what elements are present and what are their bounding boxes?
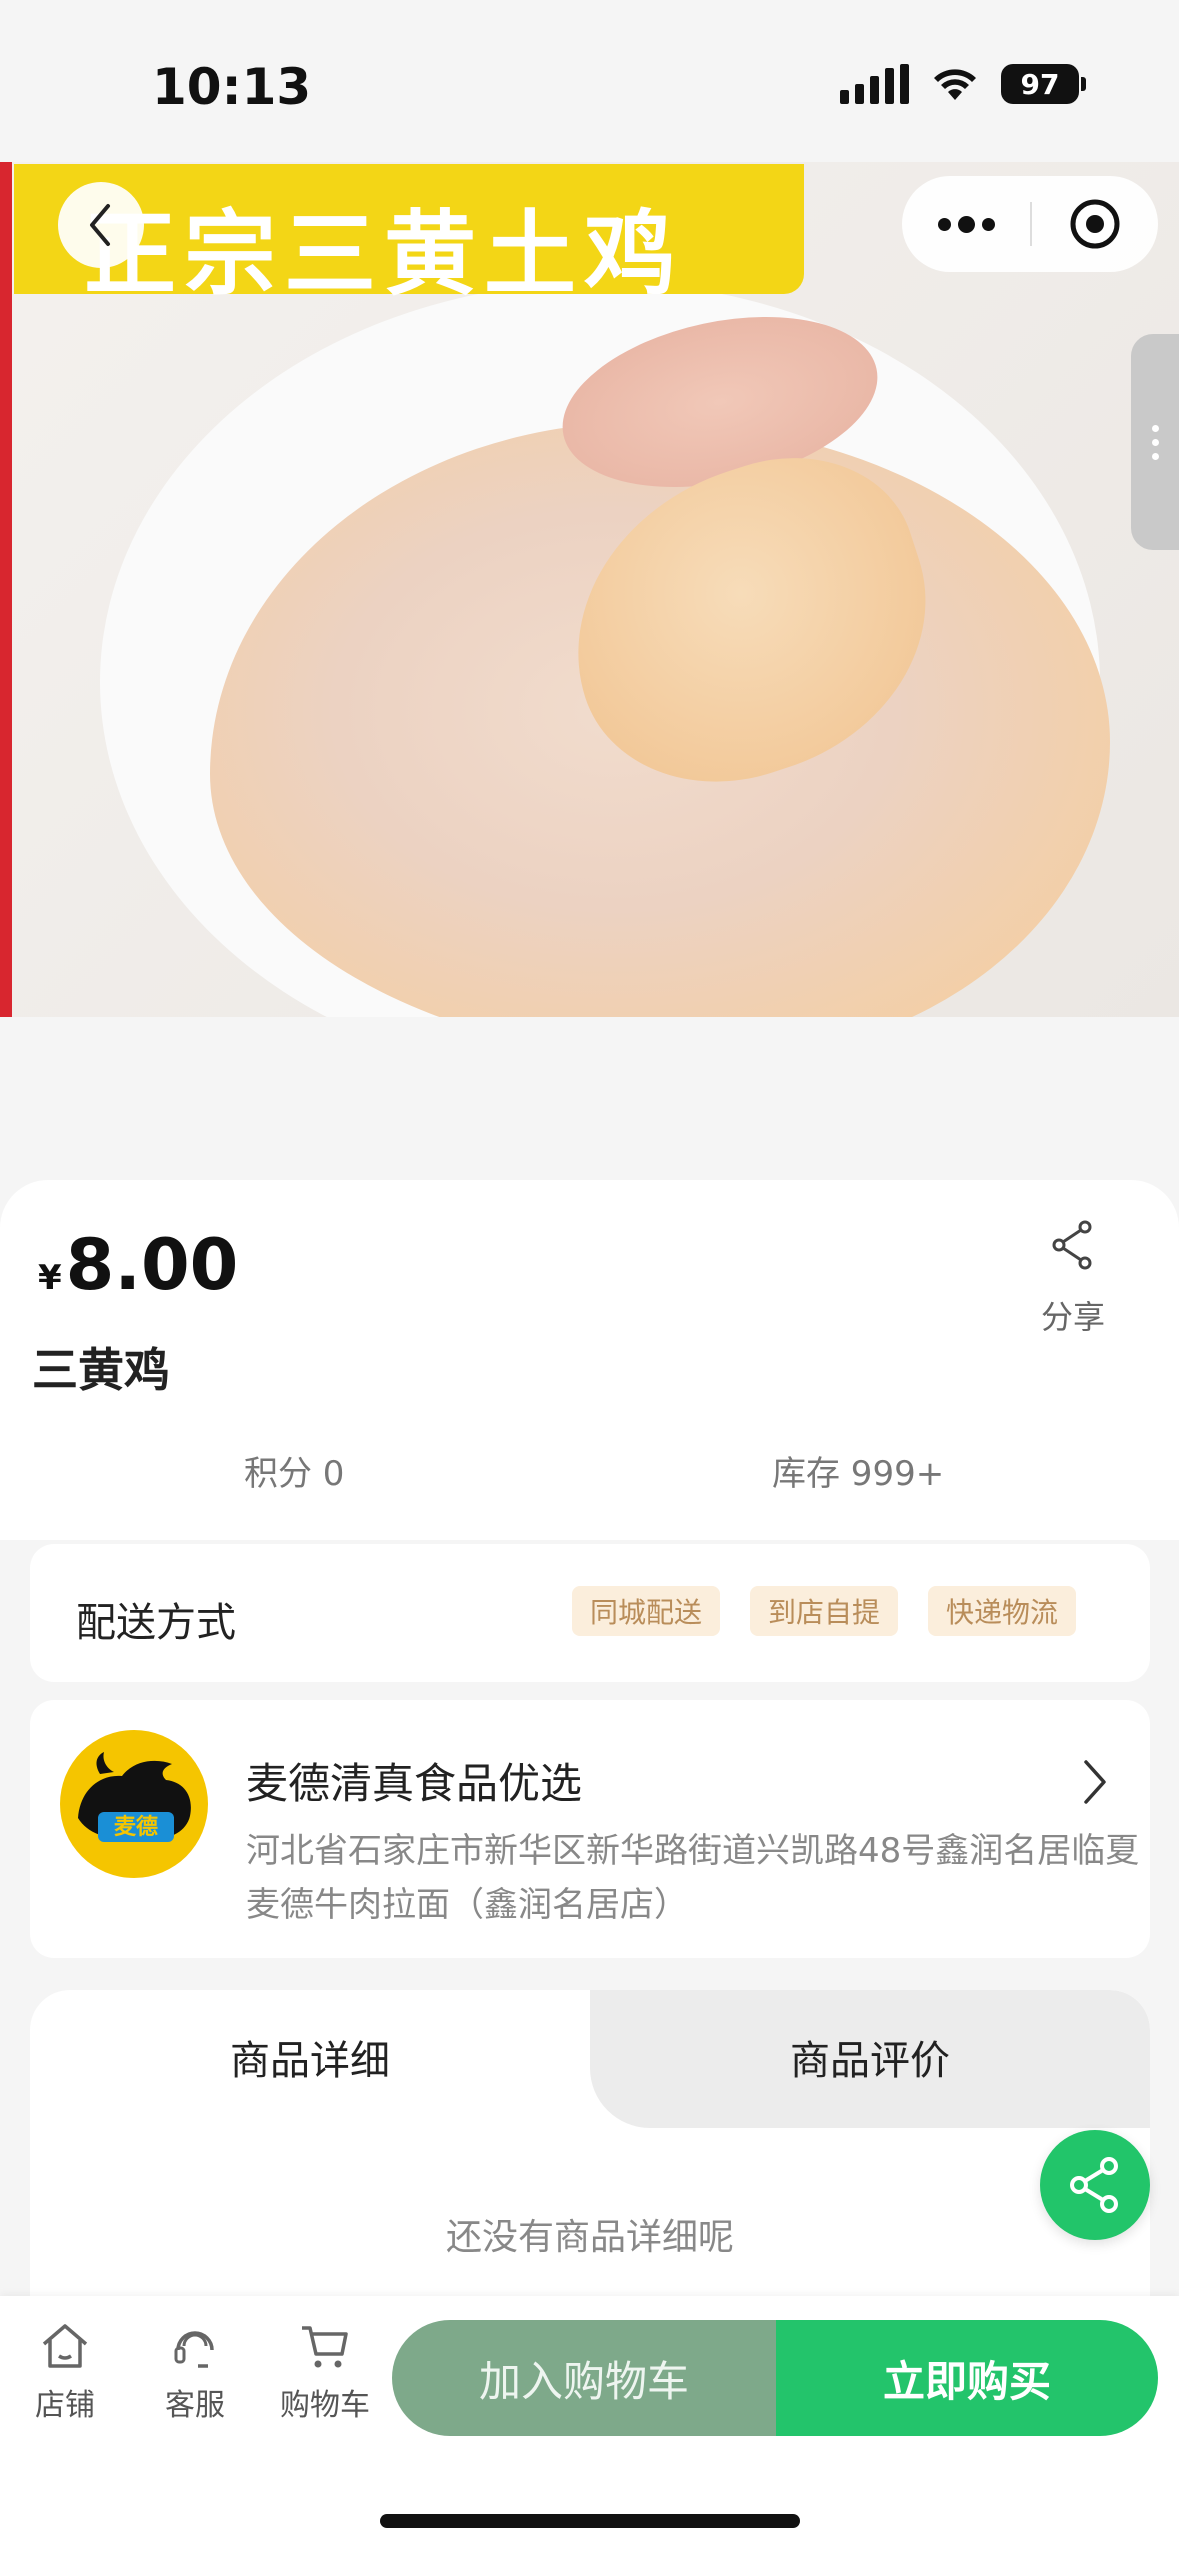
store-logo: 麦德: [60, 1730, 208, 1878]
store-nav-button[interactable]: 店铺: [10, 2320, 120, 2424]
stock-stat: 库存 999+: [772, 1454, 945, 1494]
delivery-tag-express[interactable]: 快递物流: [927, 1586, 1076, 1636]
store-address: 河北省石家庄市新华区新华路街道兴凯路48号鑫润名居临夏麦德牛肉拉面（鑫润名居店）: [246, 1831, 1140, 1925]
add-to-cart-button[interactable]: 加入购物车: [392, 2320, 776, 2436]
chevron-left-icon: [90, 204, 110, 246]
more-dots-icon[interactable]: [902, 215, 1030, 233]
product-name: 三黄鸡: [32, 1343, 170, 1397]
back-button[interactable]: [58, 182, 144, 268]
cart-nav-label: 购物车: [280, 2388, 370, 2423]
status-icons: 97: [840, 64, 1086, 104]
mini-program-capsule: [902, 176, 1158, 272]
floating-share-button[interactable]: [1040, 2130, 1150, 2240]
battery-icon: 97: [1001, 64, 1086, 104]
delivery-tag-pickup[interactable]: 到店自提: [749, 1586, 898, 1636]
store-nav-label: 店铺: [35, 2388, 95, 2423]
delivery-tags: 同城配送 到店自提 快递物流: [571, 1586, 1076, 1636]
share-label[interactable]: 分享: [1000, 1292, 1146, 1338]
bull-logo-icon: 麦德: [78, 1752, 191, 1842]
wifi-icon: [934, 69, 976, 100]
home-indicator: [380, 2514, 800, 2528]
share-button[interactable]: [1040, 1212, 1106, 1278]
share-icon: [1070, 2157, 1118, 2213]
delivery-card: 配送方式 同城配送 到店自提 快递物流: [30, 1544, 1150, 1682]
image-banner-text: 正宗三黄土鸡: [84, 201, 685, 308]
stats-row: 积分 0 库存 999+: [0, 1434, 1179, 1504]
status-bar: 10:13 97: [0, 0, 1179, 162]
detail-tabs: 商品详细 商品评价 还没有商品详细呢: [30, 1990, 1150, 2330]
cart-nav-button[interactable]: 购物车: [270, 2320, 380, 2424]
share-icon: [1052, 1220, 1092, 1270]
service-nav-label: 客服: [165, 2388, 225, 2423]
price-value: 8.00: [65, 1224, 239, 1306]
tab-review[interactable]: 商品评价: [590, 2028, 1150, 2086]
price-symbol: ¥: [38, 1258, 62, 1298]
svg-text:麦德: 麦德: [114, 1814, 158, 1840]
target-icon: [1070, 199, 1120, 249]
tab-detail[interactable]: 商品详细: [30, 2028, 590, 2086]
delivery-label: 配送方式: [76, 1600, 236, 1646]
delivery-tag-local[interactable]: 同城配送: [571, 1586, 720, 1636]
product-image[interactable]: 正宗三黄土鸡: [0, 162, 1179, 1017]
store-name: 麦德清真食品优选: [246, 1759, 583, 1808]
store-card[interactable]: 麦德 麦德清真食品优选 河北省石家庄市新华区新华路街道兴凯路48号鑫润名居临夏麦…: [30, 1700, 1150, 1958]
status-time: 10:13: [152, 58, 312, 116]
signal-icon: [840, 64, 909, 104]
service-nav-button[interactable]: 客服: [140, 2320, 250, 2424]
empty-detail-text: 还没有商品详细呢: [445, 2217, 734, 2258]
close-target-button[interactable]: [1032, 197, 1158, 251]
image-left-bar: [0, 162, 12, 1017]
home-icon: [42, 2324, 88, 2368]
cart-icon: [302, 2326, 348, 2368]
headset-icon: [174, 2331, 214, 2368]
points-stat: 积分 0: [244, 1454, 345, 1494]
side-drawer-handle[interactable]: [1131, 334, 1179, 550]
chevron-right-icon: [1080, 1758, 1110, 1810]
price: ¥ 8.00: [38, 1224, 238, 1306]
buy-now-button[interactable]: 立即购买: [776, 2320, 1158, 2436]
